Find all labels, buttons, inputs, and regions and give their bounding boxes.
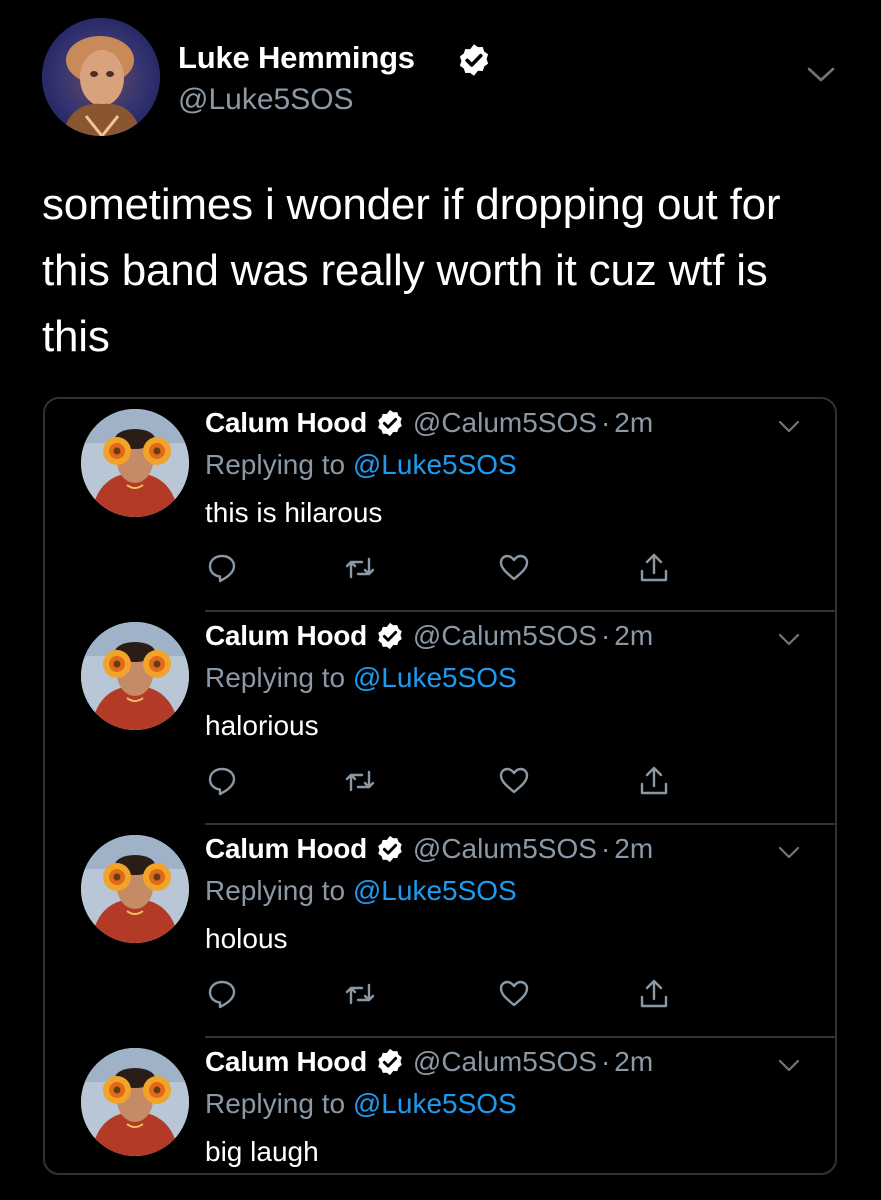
reply-timestamp[interactable]: 2m	[614, 833, 653, 865]
reply-author-handle[interactable]: @Calum5SOS	[413, 1046, 597, 1078]
reply-header: Calum Hood @Calum5SOS · 2m	[205, 833, 653, 865]
replying-to-line: Replying to @Luke5SOS	[205, 1088, 517, 1120]
avatar-photo-calum	[81, 409, 189, 517]
verified-badge-icon	[459, 44, 489, 76]
separator-dot: ·	[600, 833, 611, 864]
verified-badge-icon	[378, 835, 402, 863]
separator-dot: ·	[600, 407, 611, 438]
share-icon[interactable]	[637, 764, 671, 798]
chevron-down-icon[interactable]	[777, 845, 801, 861]
reply-icon[interactable]	[205, 764, 239, 798]
reply-icon[interactable]	[205, 977, 239, 1011]
mention-link[interactable]: @Luke5SOS	[353, 449, 517, 480]
chevron-down-icon[interactable]	[777, 419, 801, 435]
avatar-photo-calum	[81, 835, 189, 943]
reply-text: this is hilarous	[205, 497, 383, 528]
reply-item[interactable]: Calum Hood @Calum5SOS · 2m Replying to @…	[45, 399, 835, 612]
like-icon[interactable]	[497, 551, 531, 585]
like-icon[interactable]	[497, 764, 531, 798]
replying-to-label: Replying to	[205, 1088, 346, 1119]
tweet-text: sometimes i wonder if dropping out for t…	[42, 180, 781, 361]
retweet-icon[interactable]	[343, 977, 377, 1011]
avatar-photo-calum	[81, 622, 189, 730]
avatar-photo-calum	[81, 1048, 189, 1156]
retweet-icon[interactable]	[343, 764, 377, 798]
verified-badge-icon	[378, 409, 402, 437]
separator-dot: ·	[600, 1046, 611, 1077]
reply-author-name[interactable]: Calum Hood	[205, 1046, 367, 1078]
reply-text: holous	[205, 923, 288, 954]
share-icon[interactable]	[637, 977, 671, 1011]
reply-author-name[interactable]: Calum Hood	[205, 407, 367, 439]
share-icon[interactable]	[637, 551, 671, 585]
reply-avatar[interactable]	[81, 835, 189, 943]
verified-badge-icon	[378, 1048, 402, 1076]
reply-timestamp[interactable]: 2m	[614, 1046, 653, 1078]
reply-timestamp[interactable]: 2m	[614, 407, 653, 439]
reply-header: Calum Hood @Calum5SOS · 2m	[205, 407, 653, 439]
reply-text: big laugh	[205, 1136, 319, 1167]
action-bar	[205, 764, 745, 798]
mention-link[interactable]: @Luke5SOS	[353, 875, 517, 906]
chevron-down-icon[interactable]	[806, 64, 836, 86]
replying-to-line: Replying to @Luke5SOS	[205, 875, 517, 907]
author-name[interactable]: Luke Hemmings	[178, 40, 415, 76]
chevron-down-icon[interactable]	[777, 1058, 801, 1074]
replying-to-label: Replying to	[205, 875, 346, 906]
mention-link[interactable]: @Luke5SOS	[353, 662, 517, 693]
separator-dot: ·	[600, 620, 611, 651]
replying-to-label: Replying to	[205, 449, 346, 480]
avatar-photo-luke	[42, 18, 160, 136]
reply-text: halorious	[205, 710, 319, 741]
reply-avatar[interactable]	[81, 622, 189, 730]
mention-link[interactable]: @Luke5SOS	[353, 1088, 517, 1119]
reply-avatar[interactable]	[81, 409, 189, 517]
reply-author-name[interactable]: Calum Hood	[205, 833, 367, 865]
verified-badge-icon	[378, 622, 402, 650]
reply-item[interactable]: Calum Hood @Calum5SOS · 2m Replying to @…	[45, 1038, 835, 1173]
reply-icon[interactable]	[205, 551, 239, 585]
embedded-replies-card[interactable]: Calum Hood @Calum5SOS · 2m Replying to @…	[43, 397, 837, 1175]
action-bar	[205, 551, 745, 585]
author-handle[interactable]: @Luke5SOS	[178, 83, 354, 117]
reply-item[interactable]: Calum Hood @Calum5SOS · 2m Replying to @…	[45, 825, 835, 1038]
action-bar	[205, 977, 745, 1011]
reply-author-handle[interactable]: @Calum5SOS	[413, 620, 597, 652]
replying-to-label: Replying to	[205, 662, 346, 693]
like-icon[interactable]	[497, 977, 531, 1011]
replying-to-line: Replying to @Luke5SOS	[205, 662, 517, 694]
author-avatar[interactable]	[42, 18, 160, 136]
chevron-down-icon[interactable]	[777, 632, 801, 648]
reply-item[interactable]: Calum Hood @Calum5SOS · 2m Replying to @…	[45, 612, 835, 825]
reply-header: Calum Hood @Calum5SOS · 2m	[205, 620, 653, 652]
reply-avatar[interactable]	[81, 1048, 189, 1156]
reply-author-name[interactable]: Calum Hood	[205, 620, 367, 652]
replying-to-line: Replying to @Luke5SOS	[205, 449, 517, 481]
reply-header: Calum Hood @Calum5SOS · 2m	[205, 1046, 653, 1078]
reply-timestamp[interactable]: 2m	[614, 620, 653, 652]
retweet-icon[interactable]	[343, 551, 377, 585]
reply-author-handle[interactable]: @Calum5SOS	[413, 407, 597, 439]
reply-author-handle[interactable]: @Calum5SOS	[413, 833, 597, 865]
